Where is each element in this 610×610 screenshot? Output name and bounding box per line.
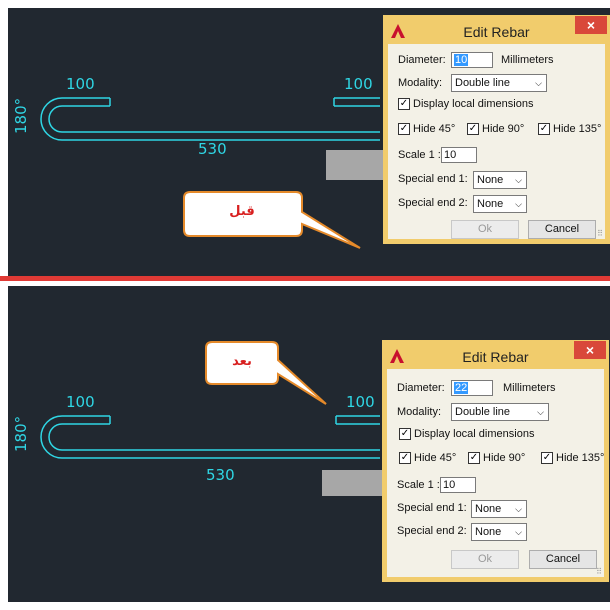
checkmark-icon: ✓ [399, 428, 411, 440]
callout-text-before: قبل [229, 204, 255, 219]
modality-select[interactable]: Double line ⌵ [451, 403, 549, 421]
hide-90-checkbox[interactable]: ✓ Hide 90° [467, 123, 524, 135]
checkmark-icon: ✓ [468, 452, 480, 464]
chevron-down-icon: ⌵ [515, 175, 522, 185]
dialog-title: Edit Rebar [462, 349, 529, 365]
close-icon[interactable]: × [575, 16, 607, 34]
display-local-label: Display local dimensions [414, 428, 535, 440]
hide-135-label: Hide 135° [553, 123, 602, 135]
special-end-1-label: Special end 1: [398, 173, 468, 185]
special-end-2-value: None [475, 526, 502, 538]
special-end-2-select[interactable]: None ⌵ [473, 195, 527, 213]
dimension-label-530: 530 [198, 140, 227, 158]
dimension-label-100-left: 100 [66, 75, 95, 93]
checkmark-icon: ✓ [467, 123, 479, 135]
resize-grip-icon[interactable]: ⠿ [596, 567, 602, 576]
callout-bubble-after [205, 341, 327, 405]
units-label: Millimeters [503, 382, 556, 394]
diameter-label: Diameter: [397, 382, 445, 394]
special-end-1-value: None [475, 503, 502, 515]
diameter-input[interactable]: 22 [451, 380, 493, 396]
display-local-dimensions-checkbox[interactable]: ✓ Display local dimensions [399, 428, 534, 440]
scale-label: Scale 1 : [397, 479, 440, 491]
hide-45-checkbox[interactable]: ✓ Hide 45° [399, 452, 456, 464]
dimension-label-100-right: 100 [346, 393, 375, 411]
hide-135-checkbox[interactable]: ✓ Hide 135° [538, 123, 601, 135]
modality-value: Double line [455, 77, 511, 89]
modality-label: Modality: [398, 77, 443, 89]
hide-135-label: Hide 135° [556, 452, 605, 464]
checkmark-icon: ✓ [541, 452, 553, 464]
hide-45-label: Hide 45° [413, 123, 456, 135]
checkmark-icon: ✓ [398, 123, 410, 135]
hide-90-checkbox[interactable]: ✓ Hide 90° [468, 452, 525, 464]
close-icon[interactable]: × [574, 341, 606, 359]
callout-bubble-before [183, 191, 361, 249]
chevron-down-icon: ⌵ [535, 78, 542, 88]
cancel-button[interactable]: Cancel [528, 220, 596, 239]
checkmark-icon: ✓ [398, 98, 410, 110]
special-end-1-label: Special end 1: [397, 502, 467, 514]
gray-block [326, 150, 384, 180]
edit-rebar-dialog-before[interactable]: Edit Rebar × Diameter: 10 Millimeters Mo… [383, 15, 610, 244]
special-end-2-label: Special end 2: [398, 197, 468, 209]
edit-rebar-dialog-after[interactable]: Edit Rebar × Diameter: 22 Millimeters Mo… [382, 340, 609, 582]
chevron-down-icon: ⌵ [515, 504, 522, 514]
dialog-title-bar[interactable]: Edit Rebar × [387, 341, 606, 369]
diameter-input[interactable]: 10 [451, 52, 493, 68]
units-label: Millimeters [501, 54, 554, 66]
dimension-label-100-left: 100 [66, 393, 95, 411]
display-local-label: Display local dimensions [413, 98, 534, 110]
scale-label: Scale 1 : [398, 149, 441, 161]
ok-button[interactable]: Ok [451, 550, 519, 569]
hide-135-checkbox[interactable]: ✓ Hide 135° [541, 452, 604, 464]
special-end-1-value: None [477, 174, 504, 186]
section-divider [0, 276, 610, 281]
diameter-value: 10 [454, 54, 469, 66]
angle-label-180: 180° [12, 97, 30, 134]
special-end-1-select[interactable]: None ⌵ [471, 500, 527, 518]
checkmark-icon: ✓ [399, 452, 411, 464]
resize-grip-icon[interactable]: ⠿ [597, 229, 603, 238]
display-local-dimensions-checkbox[interactable]: ✓ Display local dimensions [398, 98, 533, 110]
hide-45-label: Hide 45° [414, 452, 457, 464]
hide-90-label: Hide 90° [482, 123, 525, 135]
modality-value: Double line [455, 406, 511, 418]
diameter-value: 22 [454, 382, 469, 394]
special-end-2-value: None [477, 198, 504, 210]
gray-block [322, 470, 382, 496]
hide-45-checkbox[interactable]: ✓ Hide 45° [398, 123, 455, 135]
chevron-down-icon: ⌵ [515, 199, 522, 209]
checkmark-icon: ✓ [538, 123, 550, 135]
hide-90-label: Hide 90° [483, 452, 526, 464]
modality-select[interactable]: Double line ⌵ [451, 74, 547, 92]
chevron-down-icon: ⌵ [537, 407, 544, 417]
callout-text-after: بعد [232, 354, 252, 369]
special-end-1-select[interactable]: None ⌵ [473, 171, 527, 189]
modality-label: Modality: [397, 406, 442, 418]
scale-input[interactable]: 10 [441, 147, 477, 163]
diameter-label: Diameter: [398, 54, 446, 66]
angle-label-180: 180° [12, 415, 30, 452]
dialog-title: Edit Rebar [463, 24, 530, 40]
dimension-label-530: 530 [206, 466, 235, 484]
dimension-label-100-right: 100 [344, 75, 373, 93]
cancel-button[interactable]: Cancel [529, 550, 597, 569]
scale-input[interactable]: 10 [440, 477, 476, 493]
special-end-2-select[interactable]: None ⌵ [471, 523, 527, 541]
ok-button[interactable]: Ok [451, 220, 519, 239]
chevron-down-icon: ⌵ [515, 527, 522, 537]
dialog-title-bar[interactable]: Edit Rebar × [388, 16, 607, 44]
special-end-2-label: Special end 2: [397, 525, 467, 537]
